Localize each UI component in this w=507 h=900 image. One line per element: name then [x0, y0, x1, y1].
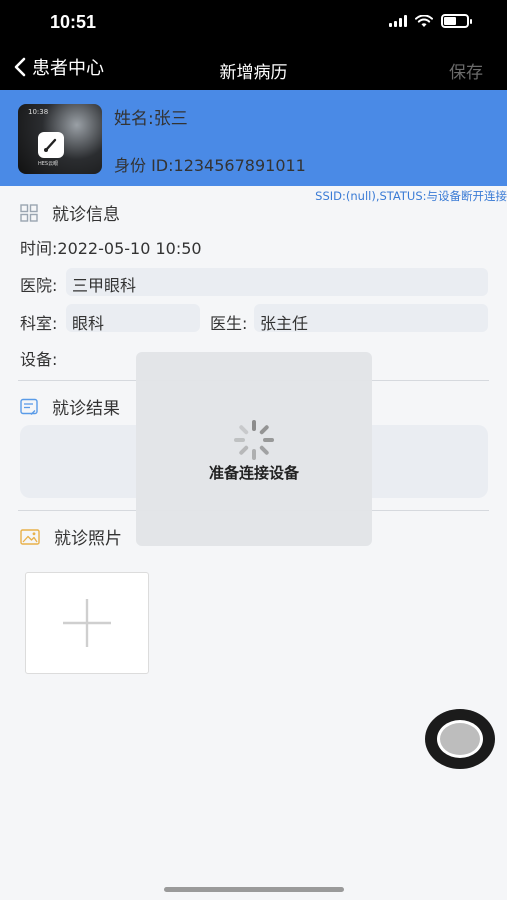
avatar-time: 10:38	[28, 108, 49, 116]
visit-time: 时间:2022-05-10 10:50	[20, 239, 202, 258]
hospital-label: 医院:	[20, 276, 58, 295]
spinner-icon	[234, 420, 274, 460]
notes-icon	[20, 398, 38, 415]
doctor-value: 张主任	[260, 314, 309, 333]
add-photo-button[interactable]	[25, 572, 149, 674]
status-bar: 10:51	[0, 0, 507, 46]
patient-id: 身份 ID:1234567891011	[114, 156, 306, 175]
loading-dialog: 准备连接设备	[136, 352, 372, 546]
photos-header: 就诊照片	[20, 524, 122, 549]
connection-status: SSID:(null),STATUS:与设备断开连接	[315, 189, 507, 203]
floating-button-inner	[437, 720, 483, 758]
image-icon	[20, 528, 40, 545]
home-indicator[interactable]	[164, 887, 344, 892]
loading-text: 准备连接设备	[208, 464, 299, 482]
photos-title: 就诊照片	[54, 529, 122, 549]
signal-icon	[389, 15, 407, 27]
results-header: 就诊结果	[20, 394, 120, 419]
plus-icon	[63, 599, 111, 647]
wifi-icon	[415, 14, 433, 27]
nav-bar: 患者中心 新增病历 保存	[0, 46, 507, 90]
visit-info-title: 就诊信息	[52, 205, 120, 225]
patient-avatar[interactable]: 10:38 HES云眼	[18, 104, 102, 174]
grid-icon	[20, 203, 38, 222]
avatar-app-label: HES云眼	[38, 161, 59, 167]
visit-info-header: 就诊信息	[20, 200, 120, 225]
status-icons	[389, 14, 472, 28]
results-title: 就诊结果	[52, 399, 120, 419]
back-label: 患者中心	[32, 58, 104, 79]
device-label: 设备:	[20, 350, 58, 369]
department-label: 科室:	[20, 314, 58, 333]
floating-assistive-button[interactable]	[425, 709, 495, 769]
department-value: 眼科	[72, 314, 105, 333]
doctor-label: 医生:	[210, 314, 248, 333]
save-button[interactable]: 保存	[449, 58, 483, 83]
hospital-value: 三甲眼科	[72, 276, 137, 295]
back-button[interactable]: 患者中心	[14, 54, 104, 80]
chevron-left-icon	[14, 57, 26, 77]
battery-icon	[441, 14, 472, 28]
app-icon	[38, 132, 64, 158]
patient-name: 姓名:张三	[114, 109, 188, 129]
status-time: 10:51	[50, 12, 97, 32]
